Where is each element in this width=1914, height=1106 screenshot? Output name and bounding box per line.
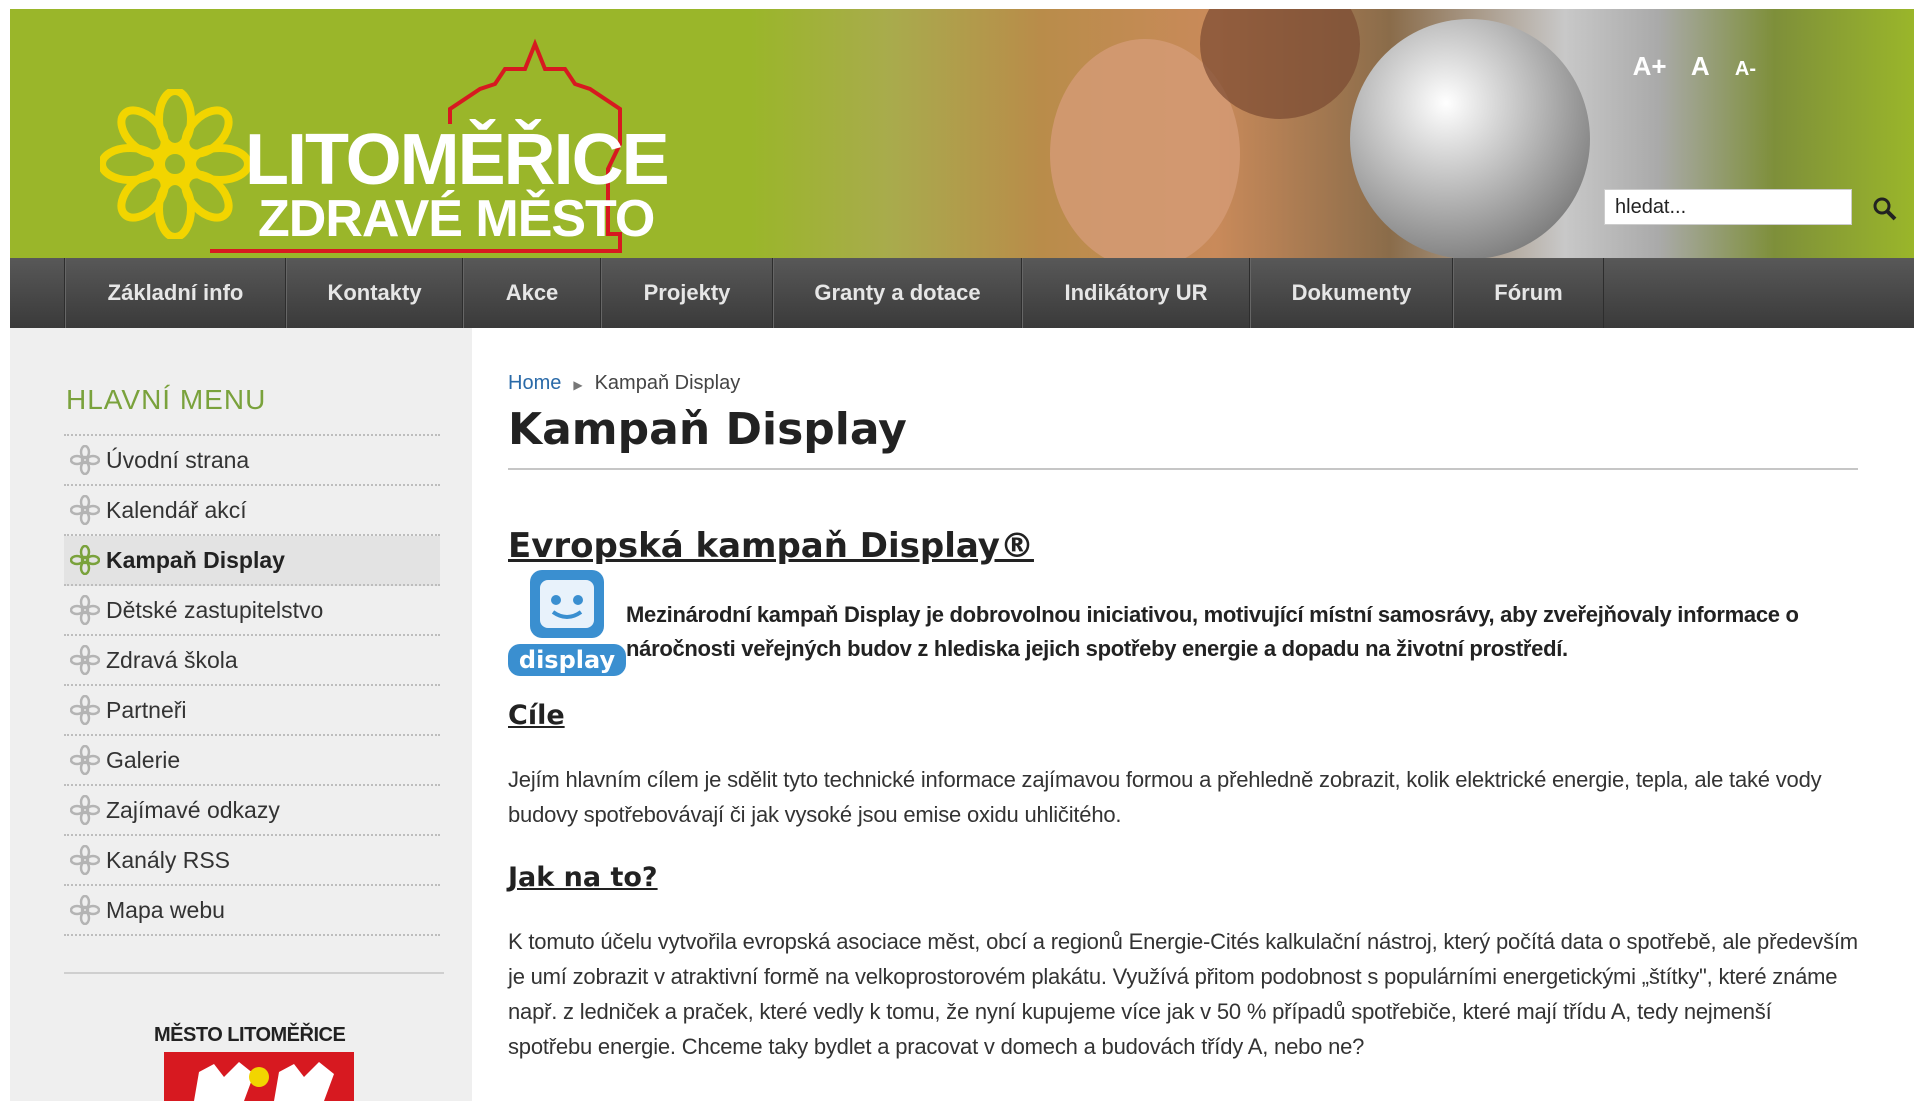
sidebar-item-label: Úvodní strana [106,446,250,473]
sidebar-item-label: Zdravá škola [106,646,238,673]
nav-item-zakladni-info[interactable]: Základní info [65,258,286,328]
font-decrease-button[interactable]: A- [1735,58,1756,80]
sidebar-divider [64,972,444,974]
paragraph-cile: Jejím hlavním cílem je sdělit tyto techn… [508,767,1822,827]
search-icon[interactable] [1872,196,1898,222]
crest-lion-icon [194,1062,334,1101]
display-logo-text: display [519,646,616,674]
sidebar-item-kampan-display[interactable]: Kampaň Display [64,536,440,586]
sidebar-item-detske-zastupitelstvo[interactable]: Dětské zastupitelstvo [64,586,440,636]
sidebar-item-label: Mapa webu [106,896,225,923]
sidebar-item-label: Kalendář akcí [106,496,247,523]
sidebar-item-kalendar-akci[interactable]: Kalendář akcí [64,486,440,536]
page-title: Kampaň Display [508,404,907,455]
title-divider [508,468,1858,470]
nav-item-kontakty[interactable]: Kontakty [286,258,463,328]
font-increase-button[interactable]: A+ [1633,51,1667,81]
breadcrumb-home-link[interactable]: Home [508,372,561,394]
sidebar-item-zajimave-odkazy[interactable]: Zajímavé odkazy [64,786,440,836]
nav-spacer [10,258,65,328]
nav-item-akce[interactable]: Akce [463,258,601,328]
flower-bullet-icon [70,445,100,475]
sidebar-item-label: Partneři [106,696,187,723]
main-navigation: Základní info Kontakty Akce Projekty Gra… [10,258,1914,328]
sidebar-item-uvodni-strana[interactable]: Úvodní strana [64,436,440,486]
sidebar-title: HLAVNÍ MENU [66,384,267,415]
paragraph-jak-na-to: K tomuto účelu vytvořila evropská asocia… [508,929,1858,1059]
flower-bullet-icon [70,895,100,925]
flower-bullet-icon [70,695,100,725]
section-heading-evropska-kampan: Evropská kampaň Display® [508,526,1034,566]
logo-subtitle: ZDRAVÉ MĚSTO [258,190,655,248]
breadcrumb-current: Kampaň Display [594,372,741,394]
display-campaign-logo: display [508,570,626,676]
flower-bullet-icon [70,795,100,825]
nav-item-granty[interactable]: Granty a dotace [773,258,1022,328]
section-heading-cile: Cíle [508,700,565,731]
sidebar-item-kanaly-rss[interactable]: Kanály RSS [64,836,440,886]
city-label: MĚSTO LITOMĚŘICE [154,1024,346,1046]
flower-bullet-icon [70,845,100,875]
flower-bullet-icon [70,495,100,525]
sidebar-item-label: Galerie [106,746,181,773]
flower-bullet-icon [70,745,100,775]
search-input[interactable] [1604,189,1852,225]
photo-helmet [1350,19,1590,258]
flower-bullet-icon [70,645,100,675]
sidebar-item-label: Zajímavé odkazy [106,796,280,823]
font-reset-button[interactable]: A [1691,51,1710,81]
intro-paragraph: Mezinárodní kampaň Display je dobrovolno… [626,602,1799,661]
font-size-controls: A+ A A- [1633,51,1774,82]
sidebar-item-label: Kampaň Display [106,546,285,573]
sidebar-item-partneri[interactable]: Partneři [64,686,440,736]
flower-bullet-icon [70,595,100,625]
breadcrumb: Home ▶ Kampaň Display [508,372,740,395]
nav-item-indikatory[interactable]: Indikátory UR [1022,258,1250,328]
nav-item-forum[interactable]: Fórum [1453,258,1604,328]
nav-item-dokumenty[interactable]: Dokumenty [1250,258,1453,328]
sidebar-item-galerie[interactable]: Galerie [64,736,440,786]
sidebar-item-label: Dětské zastupitelstvo [106,596,324,623]
sidebar-item-zdrava-skola[interactable]: Zdravá škola [64,636,440,686]
nav-item-projekty[interactable]: Projekty [601,258,773,328]
flower-bullet-icon [70,545,100,575]
section-heading-jak-na-to: Jak na to? [508,862,658,893]
sidebar: HLAVNÍ MENU Úvodní strana Kalendář akcí … [10,328,472,1101]
city-crest-image[interactable] [164,1052,354,1101]
sidebar-item-label: Kanály RSS [106,846,231,873]
breadcrumb-separator-icon: ▶ [573,378,583,392]
sidebar-item-mapa-webu[interactable]: Mapa webu [64,886,440,936]
sidebar-menu: Úvodní strana Kalendář akcí Kampaň Displ… [64,434,440,936]
